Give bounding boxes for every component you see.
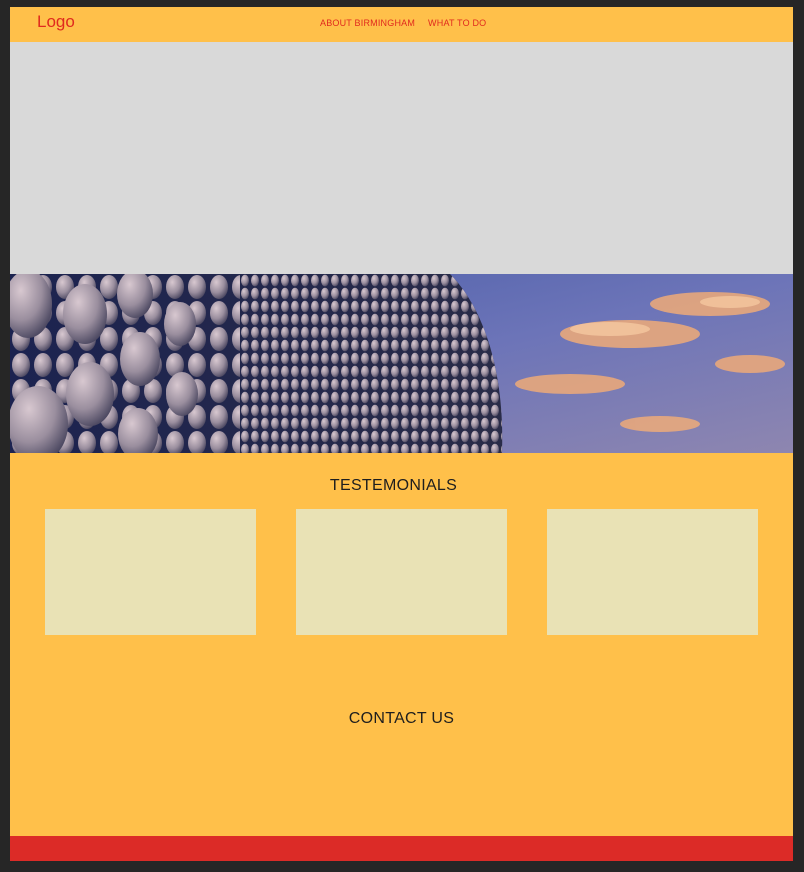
hero-placeholder [10, 42, 793, 274]
banner-image [10, 274, 793, 453]
testimonials-title: TESTEMONIALS [329, 477, 458, 494]
main-nav: ABOUT BIRMINGHAM WHAT TO DO [320, 18, 486, 28]
site-header: Logo ABOUT BIRMINGHAM WHAT TO DO [10, 7, 793, 42]
testimonial-card [547, 509, 758, 635]
testimonial-card [45, 509, 256, 635]
site-footer [10, 836, 793, 861]
nav-link-what-to-do[interactable]: WHAT TO DO [428, 18, 486, 28]
nav-link-about-birmingham[interactable]: ABOUT BIRMINGHAM [320, 18, 415, 28]
logo[interactable]: Logo [37, 12, 75, 32]
testimonial-card [296, 509, 507, 635]
page: Logo ABOUT BIRMINGHAM WHAT TO DO TESTEMO… [10, 7, 793, 861]
contact-title: CONTACT US [348, 710, 455, 727]
